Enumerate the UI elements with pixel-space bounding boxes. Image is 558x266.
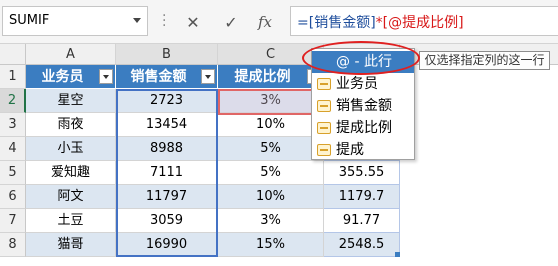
cell-sales[interactable]: 2723	[116, 89, 218, 113]
autocomplete-item-salesperson[interactable]: 业务员	[312, 73, 414, 95]
chevron-down-icon[interactable]	[133, 18, 141, 23]
cell-name[interactable]: 星空	[26, 89, 116, 113]
cell-amount[interactable]: 2548.5	[324, 233, 400, 257]
column-header-b[interactable]: B	[116, 44, 218, 65]
cell-amount[interactable]: 1179.7	[324, 185, 400, 209]
name-box-value: SUMIF	[9, 13, 50, 28]
cell-name[interactable]: 雨夜	[26, 113, 116, 137]
row-header-7[interactable]: 7	[0, 209, 26, 233]
row-header-1[interactable]: 1	[0, 65, 26, 89]
autocomplete-list: @ - 此行 业务员 销售金额 提成比例 提成	[311, 48, 415, 160]
row-header-3[interactable]: 3	[0, 113, 26, 137]
table-column-icon	[317, 78, 331, 90]
fill-handle[interactable]	[395, 252, 400, 257]
row-header-6[interactable]: 6	[0, 185, 26, 209]
column-header-c[interactable]: C	[218, 44, 324, 65]
table-header-rate[interactable]: 提成比例	[218, 65, 324, 89]
header-label-rate: 提成比例	[234, 69, 291, 85]
formula-input[interactable]: =[销售金额]*[@提成比例]	[290, 6, 558, 36]
autocomplete-item-label: 销售金额	[336, 98, 392, 114]
autocomplete-item-this-row[interactable]: @ - 此行	[312, 51, 414, 73]
cell-rate[interactable]: 10%	[218, 113, 324, 137]
row-header-5[interactable]: 5	[0, 161, 26, 185]
cell-sales[interactable]: 8988	[116, 137, 218, 161]
filter-dropdown-icon[interactable]	[99, 69, 113, 84]
autocomplete-item-label: 提成	[336, 142, 364, 158]
cell-sales[interactable]: 13454	[116, 113, 218, 137]
cancel-button[interactable]: ✕	[178, 8, 208, 36]
cell-rate[interactable]: 3%	[218, 209, 324, 233]
cell-name[interactable]: 小玉	[26, 137, 116, 161]
cell-name[interactable]: 猫哥	[26, 233, 116, 257]
cell-sales[interactable]: 3059	[116, 209, 218, 233]
cell-sales[interactable]: 16990	[116, 233, 218, 257]
autocomplete-item-commission[interactable]: 提成	[312, 139, 414, 161]
table-column-icon	[317, 144, 331, 156]
row-header-2[interactable]: 2	[0, 89, 26, 113]
insert-function-button[interactable]: fx	[250, 8, 280, 36]
cell-rate[interactable]: 5%	[218, 137, 324, 161]
cell-name[interactable]: 阿文	[26, 185, 116, 209]
grip-dots-icon[interactable]: · · ·	[162, 9, 167, 33]
autocomplete-tooltip: 仅选择指定列的这一行	[419, 51, 550, 70]
cell-rate[interactable]: 3%	[218, 89, 324, 113]
cell-rate[interactable]: 15%	[218, 233, 324, 257]
select-all-corner[interactable]	[0, 44, 26, 65]
formula-ref-rate: *[@提成比例]	[375, 15, 464, 31]
cell-sales[interactable]: 11797	[116, 185, 218, 209]
table-column-icon	[317, 100, 331, 112]
cell-rate[interactable]: 5%	[218, 161, 324, 185]
autocomplete-item-label: 提成比例	[336, 120, 392, 136]
cell-name[interactable]: 土豆	[26, 209, 116, 233]
cell-sales[interactable]: 7111	[116, 161, 218, 185]
table-header-sales[interactable]: 销售金额	[116, 65, 218, 89]
column-header-a[interactable]: A	[26, 44, 116, 65]
formula-bar: SUMIF · · · ✕ ✓ fx =[销售金额]*[@提成比例]	[0, 0, 558, 44]
filter-dropdown-icon[interactable]	[201, 69, 215, 84]
enter-button[interactable]: ✓	[216, 8, 246, 36]
autocomplete-item-label: 业务员	[336, 76, 378, 92]
table-header-name[interactable]: 业务员	[26, 65, 116, 89]
row-header-8[interactable]: 8	[0, 233, 26, 257]
header-label-sales: 销售金额	[130, 69, 187, 85]
cell-amount[interactable]: 355.55	[324, 161, 400, 185]
autocomplete-item-sales[interactable]: 销售金额	[312, 95, 414, 117]
cell-name[interactable]: 爱知趣	[26, 161, 116, 185]
row-header-4[interactable]: 4	[0, 137, 26, 161]
cell-amount[interactable]: 91.77	[324, 209, 400, 233]
autocomplete-item-rate[interactable]: 提成比例	[312, 117, 414, 139]
header-label-name: 业务员	[41, 69, 84, 85]
table-column-icon	[317, 122, 331, 134]
cell-rate[interactable]: 10%	[218, 185, 324, 209]
name-box[interactable]: SUMIF	[2, 6, 148, 36]
formula-ref-sales: =[销售金额]	[297, 15, 376, 31]
